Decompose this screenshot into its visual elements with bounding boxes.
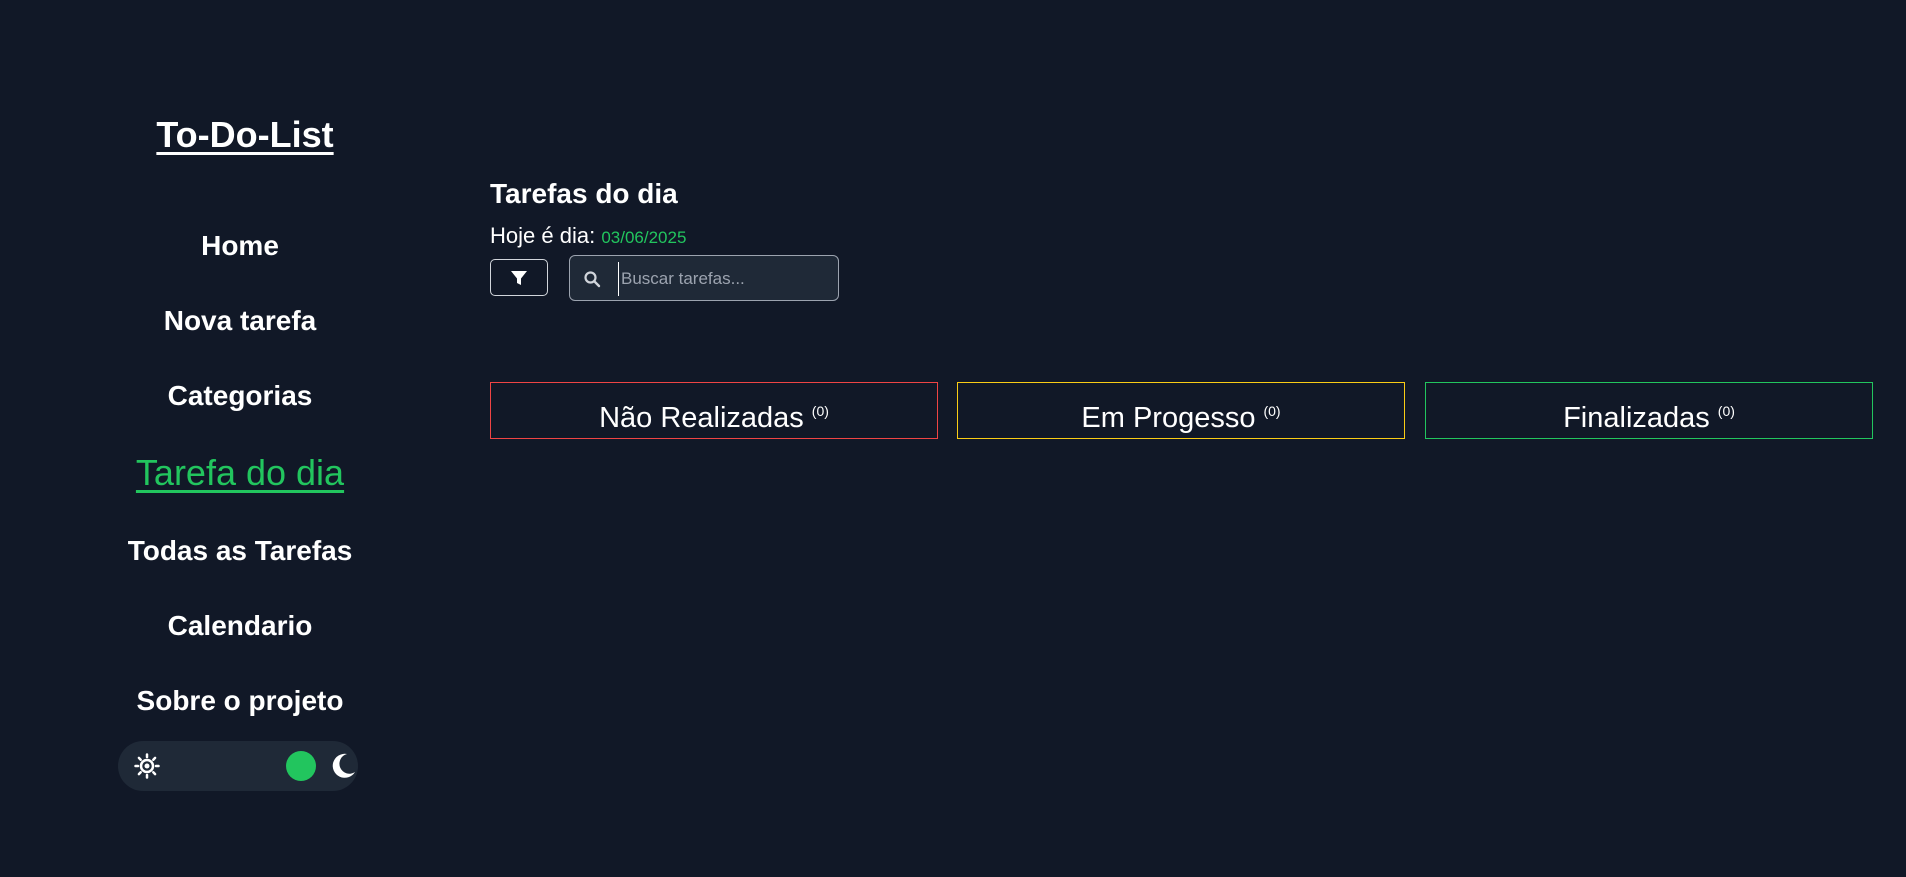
sidebar-item-nova-tarefa[interactable]: Nova tarefa bbox=[110, 283, 370, 358]
filter-button[interactable] bbox=[490, 259, 548, 296]
theme-toggle[interactable] bbox=[118, 741, 358, 791]
date-line: Hoje é dia: 03/06/2025 bbox=[490, 223, 686, 249]
app-title[interactable]: To-Do-List bbox=[110, 114, 380, 156]
column-label: Não Realizadas bbox=[599, 402, 804, 434]
column-count: (0) bbox=[1717, 403, 1735, 419]
sidebar-item-home[interactable]: Home bbox=[110, 208, 370, 283]
search-box[interactable] bbox=[569, 255, 839, 301]
column-count: (0) bbox=[811, 403, 829, 419]
main-content: Tarefas do dia Hoje é dia: 03/06/2025 Nã… bbox=[490, 0, 1874, 877]
sidebar-nav: Home Nova tarefa Categorias Tarefa do di… bbox=[110, 208, 370, 738]
app-root: To-Do-List Home Nova tarefa Categorias T… bbox=[0, 0, 1906, 877]
page-title: Tarefas do dia bbox=[490, 178, 678, 209]
sun-icon bbox=[134, 753, 160, 779]
sidebar-item-sobre-o-projeto[interactable]: Sobre o projeto bbox=[110, 663, 370, 738]
moon-icon bbox=[332, 753, 355, 778]
column-nao-realizadas: Não Realizadas (0) bbox=[490, 382, 938, 439]
date-value: 03/06/2025 bbox=[601, 228, 687, 247]
column-count: (0) bbox=[1263, 403, 1281, 419]
column-label: Em Progesso bbox=[1081, 402, 1256, 434]
search-input[interactable] bbox=[618, 262, 833, 296]
filter-icon bbox=[511, 270, 527, 285]
sidebar-item-calendario[interactable]: Calendario bbox=[110, 588, 370, 663]
sidebar-item-tarefa-do-dia[interactable]: Tarefa do dia bbox=[110, 433, 370, 513]
date-label: Hoje é dia: bbox=[490, 223, 596, 248]
column-finalizadas: Finalizadas (0) bbox=[1425, 382, 1873, 439]
sidebar-item-todas-as-tarefas[interactable]: Todas as Tarefas bbox=[110, 513, 370, 588]
sidebar-item-categorias[interactable]: Categorias bbox=[110, 358, 370, 433]
sidebar: To-Do-List Home Nova tarefa Categorias T… bbox=[110, 0, 370, 877]
column-em-progresso: Em Progesso (0) bbox=[957, 382, 1405, 439]
search-icon bbox=[584, 271, 601, 288]
toggle-knob[interactable] bbox=[286, 751, 316, 781]
column-label: Finalizadas bbox=[1563, 402, 1710, 434]
